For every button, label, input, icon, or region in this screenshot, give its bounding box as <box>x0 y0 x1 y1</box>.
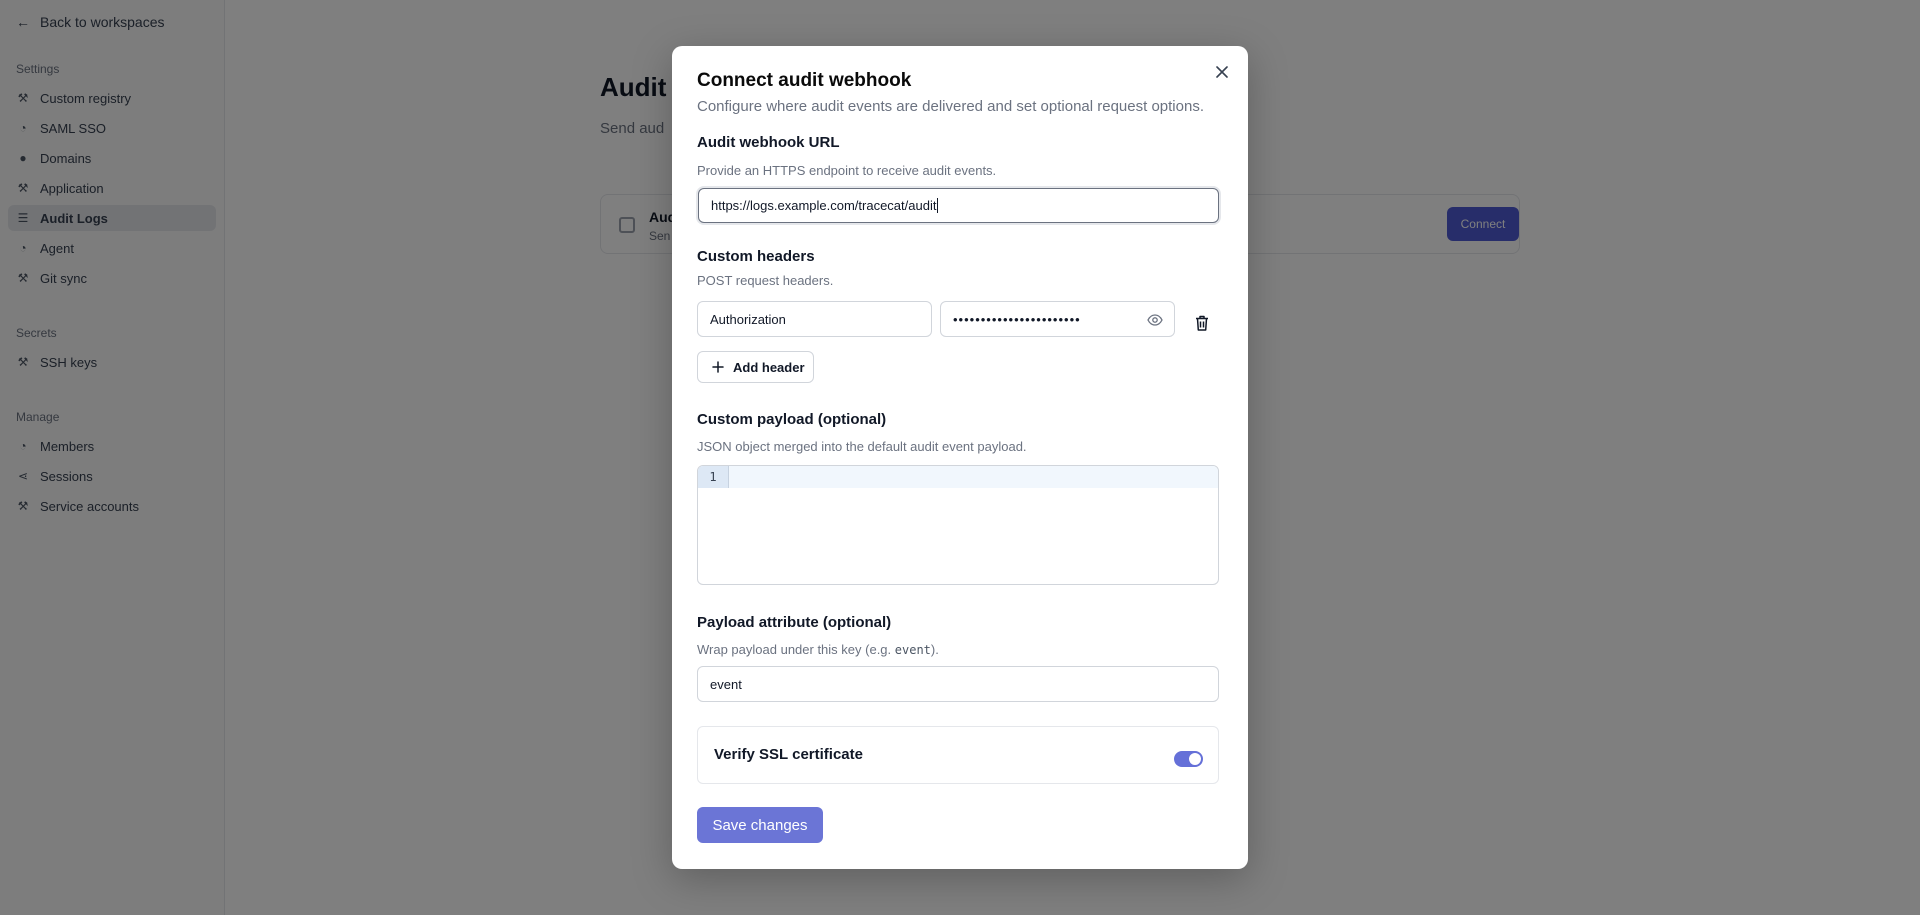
url-help: Provide an HTTPS endpoint to receive aud… <box>697 163 997 178</box>
close-icon <box>1216 66 1228 78</box>
connect-webhook-dialog: Connect audit webhook Configure where au… <box>672 46 1248 869</box>
line-number: 1 <box>698 466 729 488</box>
header-name-input[interactable]: Authorization <box>697 301 932 337</box>
add-header-label: Add header <box>733 359 805 375</box>
url-label: Audit webhook URL <box>697 134 840 151</box>
payload-code-editor[interactable]: 1 <box>697 465 1219 585</box>
dialog-title: Connect audit webhook <box>697 70 912 91</box>
url-value: https://logs.example.com/tracecat/audit <box>711 198 937 213</box>
headers-label: Custom headers <box>697 248 815 265</box>
attribute-help: Wrap payload under this key (e.g. event)… <box>697 642 939 657</box>
payload-attribute-input[interactable]: event <box>697 666 1219 702</box>
plus-icon <box>712 361 724 373</box>
payload-help: JSON object merged into the default audi… <box>697 439 1027 454</box>
attribute-label: Payload attribute (optional) <box>697 614 892 631</box>
delete-header-button[interactable] <box>1191 311 1213 335</box>
trash-icon <box>1196 315 1208 331</box>
verify-ssl-label: Verify SSL certificate <box>714 746 863 763</box>
add-header-button[interactable]: Add header <box>697 351 814 383</box>
verify-ssl-row: Verify SSL certificate <box>697 726 1219 784</box>
attribute-value: event <box>710 676 742 692</box>
dialog-description: Configure where audit events are deliver… <box>697 98 1204 115</box>
save-changes-button[interactable]: Save changes <box>697 807 823 843</box>
active-line-highlight <box>698 466 1218 488</box>
webhook-url-input[interactable]: https://logs.example.com/tracecat/audit <box>698 188 1219 223</box>
headers-help: POST request headers. <box>697 273 834 288</box>
verify-ssl-toggle[interactable] <box>1174 751 1203 767</box>
close-button[interactable] <box>1210 60 1234 84</box>
eye-icon[interactable] <box>1146 311 1164 329</box>
toggle-knob <box>1189 753 1201 765</box>
payload-label: Custom payload (optional) <box>697 411 887 428</box>
header-value-input[interactable]: ••••••••••••••••••••••• <box>940 301 1175 337</box>
header-name-value: Authorization <box>710 311 786 327</box>
header-value-masked: ••••••••••••••••••••••• <box>953 311 1081 327</box>
text-caret <box>937 198 939 213</box>
